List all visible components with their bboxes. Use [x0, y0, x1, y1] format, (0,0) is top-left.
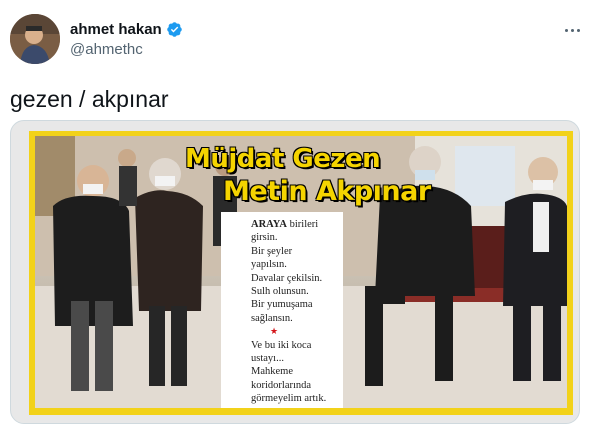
author-name[interactable]: ahmet hakan	[70, 21, 162, 38]
column-line: Sulh olunsun.	[251, 286, 309, 298]
author-handle[interactable]: @ahmethc	[70, 41, 143, 58]
column-line: sağlansın.	[251, 312, 293, 324]
column-text: ARAYA birileri girsin. Bir şeyler yapıls…	[221, 212, 343, 408]
verified-badge-icon	[166, 22, 182, 37]
tweet: ahmet hakan @ahmethc gezen / akpınar Müj…	[0, 0, 596, 430]
newspaper-clipping: Müjdat Gezen Metin Akpınar ARAYA biriler…	[29, 131, 573, 415]
author-name-row[interactable]: ahmet hakan	[70, 21, 183, 38]
column-line: Mahkeme	[251, 366, 293, 378]
more-icon[interactable]	[562, 22, 582, 38]
column-line: Ve bu iki koca	[251, 339, 312, 351]
photo: Müjdat Gezen Metin Akpınar ARAYA biriler…	[35, 136, 567, 408]
headline-line-2: Metin Akpınar	[223, 176, 431, 207]
tweet-media[interactable]: Müjdat Gezen Metin Akpınar ARAYA biriler…	[10, 120, 580, 424]
column-line: görmeyelim artık.	[251, 393, 327, 405]
column-line: koridorlarında	[251, 379, 312, 391]
column-line: birileri	[289, 219, 319, 230]
star-icon: ★	[269, 326, 279, 337]
column-line: ustayı...	[251, 353, 284, 365]
column-line: Bir yumuşama	[251, 299, 313, 311]
column-line: girsin.	[251, 232, 278, 244]
tweet-text: gezen / akpınar	[10, 86, 169, 112]
column-line: Davalar çekilsin.	[251, 272, 323, 284]
headline-line-1: Müjdat Gezen	[185, 144, 381, 174]
author-avatar[interactable]	[10, 14, 60, 64]
column-lead: ARAYA	[251, 219, 287, 230]
column-line: Bir şeyler	[251, 245, 293, 257]
column-line: yapılsın.	[251, 259, 287, 271]
